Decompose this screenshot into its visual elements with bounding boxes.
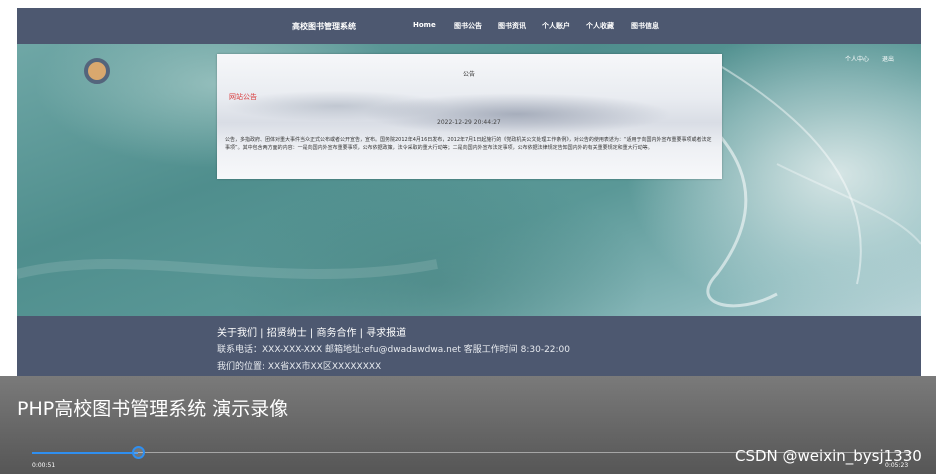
nav-item-book-news[interactable]: 图书资讯 bbox=[498, 21, 526, 31]
csdn-watermark: CSDN @weixin_bysj1330 bbox=[735, 447, 922, 465]
notice-heading: 网站公告 bbox=[229, 93, 257, 101]
video-title: PHP高校图书管理系统 演示录像 bbox=[17, 398, 289, 420]
site-footer: 关于我们 | 招贤纳士 | 商务合作 | 寻求报道 联系电话：XXX-XXX-X… bbox=[17, 316, 921, 376]
notice-body: 公告，多指政府、团体对重大事件当众正式公布或者公开宣告，宣布。国务院2012年4… bbox=[225, 137, 712, 151]
site-brand[interactable]: 高校图书管理系统 bbox=[292, 21, 356, 32]
hero-banner: 个人中心 退出 公告 网站公告 2022-12-29 20:44:27 公告，多… bbox=[17, 44, 921, 316]
footer-links[interactable]: 关于我们 | 招贤纳士 | 商务合作 | 寻求报道 bbox=[217, 324, 406, 339]
browser-page-frame: 高校图书管理系统 Home 图书公告 图书资讯 个人账户 个人收藏 图书信息 个… bbox=[17, 8, 921, 376]
nav-item-home[interactable]: Home bbox=[413, 21, 436, 29]
nav-item-book-info[interactable]: 图书信息 bbox=[631, 21, 659, 31]
footer-contact: 联系电话：XXX-XXX-XXX 邮箱地址:efu@dwadawdwa.net … bbox=[217, 345, 571, 355]
progress-played bbox=[32, 452, 138, 454]
progress-scrubber-handle[interactable] bbox=[132, 446, 145, 459]
video-player-controls: PHP高校图书管理系统 演示录像 0:00:51 0:05:23 CSDN @w… bbox=[0, 376, 936, 474]
current-time: 0:00:51 bbox=[32, 462, 56, 469]
user-center-link[interactable]: 个人中心 bbox=[845, 54, 869, 63]
top-strip bbox=[0, 0, 936, 8]
nav-item-account[interactable]: 个人账户 bbox=[542, 21, 570, 31]
top-navbar: 高校图书管理系统 Home 图书公告 图书资讯 个人账户 个人收藏 图书信息 bbox=[17, 8, 921, 44]
footer-address: 我们的位置: XX省XX市XX区XXXXXXXX bbox=[217, 362, 382, 372]
notice-date: 2022-12-29 20:44:27 bbox=[437, 119, 501, 126]
nav-item-favorites[interactable]: 个人收藏 bbox=[586, 21, 614, 31]
site-logo[interactable] bbox=[84, 58, 110, 84]
notice-title: 公告 bbox=[463, 71, 476, 78]
notice-card: 公告 网站公告 2022-12-29 20:44:27 公告，多指政府、团体对重… bbox=[217, 54, 722, 179]
nav-item-book-notices[interactable]: 图书公告 bbox=[454, 21, 482, 31]
logout-link[interactable]: 退出 bbox=[882, 54, 894, 63]
